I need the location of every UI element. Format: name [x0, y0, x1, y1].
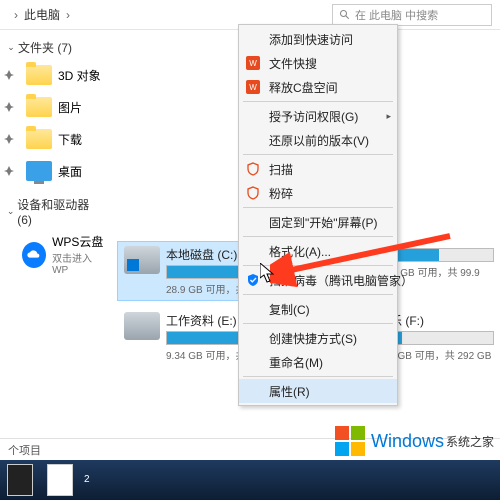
- content-area: 添加到快速访问 W 文件快搜 W 释放C盘空间授予访问权限(G) ▸ 还原以前的版本(V) 扫…: [110, 30, 500, 370]
- context-menu-separator: [243, 323, 393, 324]
- context-menu-item[interactable]: 粉碎: [239, 181, 397, 205]
- taskbar-badge: 2: [80, 460, 94, 500]
- context-menu-label: 创建快捷方式(S): [269, 330, 357, 347]
- document-icon: [47, 464, 73, 496]
- context-menu-label: 复制(C): [269, 301, 310, 318]
- submenu-arrow-icon: ▸: [386, 111, 391, 122]
- context-menu-separator: [243, 101, 393, 102]
- context-menu-label: 重命名(M): [269, 354, 323, 371]
- context-menu-label: 属性(R): [269, 383, 310, 400]
- context-menu-separator: [243, 376, 393, 377]
- drive-icon: [124, 312, 160, 340]
- folders-section-header[interactable]: ⌄ 文件夹 (7): [0, 36, 110, 59]
- pin-icon: [4, 166, 14, 176]
- cloud-icon: [22, 242, 46, 268]
- context-menu-label: 粉碎: [269, 185, 293, 202]
- context-menu-label: 添加到快速访问: [269, 31, 353, 48]
- navigation-pane: ⌄ 文件夹 (7) 3D 对象 图片 下载 桌面 ⌄ 设备和驱动器 (6) WP…: [0, 30, 110, 279]
- nav-item-pictures[interactable]: 图片: [0, 91, 110, 123]
- context-menu-item[interactable]: 还原以前的版本(V): [239, 128, 397, 152]
- nav-item-3d-objects[interactable]: 3D 对象: [0, 59, 110, 91]
- context-menu-label: 固定到"开始"屏幕(P): [269, 214, 378, 231]
- search-input[interactable]: 在 此电脑 中搜索: [332, 4, 492, 26]
- windows-logo-icon: [335, 426, 365, 456]
- context-menu: 添加到快速访问 W 文件快搜 W 释放C盘空间授予访问权限(G) ▸ 还原以前的版本(V) 扫…: [238, 24, 398, 406]
- context-menu-item[interactable]: 重命名(M): [239, 350, 397, 374]
- app-icon: [7, 464, 33, 496]
- taskbar-item[interactable]: [40, 460, 80, 500]
- context-menu-item[interactable]: 复制(C): [239, 297, 397, 321]
- cursor-icon: [260, 263, 276, 283]
- chevron-down-icon: ⌄: [6, 206, 15, 217]
- desktop-icon: [26, 161, 52, 181]
- context-menu-item[interactable]: W 文件快搜: [239, 51, 397, 75]
- drives-section-header[interactable]: ⌄ 设备和驱动器 (6): [0, 193, 110, 230]
- context-menu-item[interactable]: 授予访问权限(G) ▸: [239, 104, 397, 128]
- breadcrumb-item[interactable]: 此电脑: [24, 6, 60, 23]
- drive-icon: [124, 246, 160, 274]
- breadcrumb-sep-icon: ›: [66, 8, 70, 22]
- pin-icon: [4, 70, 14, 80]
- context-menu-item[interactable]: 扫描: [239, 157, 397, 181]
- search-placeholder: 在 此电脑 中搜索: [355, 7, 438, 23]
- context-menu-separator: [243, 207, 393, 208]
- breadcrumb-sep-icon: ›: [14, 8, 18, 22]
- context-menu-item[interactable]: 属性(R): [239, 379, 397, 403]
- shield-icon: [245, 272, 261, 288]
- context-menu-item[interactable]: 添加到快速访问: [239, 27, 397, 51]
- taskbar[interactable]: 2: [0, 460, 500, 500]
- taskbar-item[interactable]: [0, 460, 40, 500]
- shield-o-icon: [245, 161, 261, 177]
- watermark: Windows 系统之家: [335, 426, 494, 456]
- context-menu-label: 授予访问权限(G): [269, 108, 358, 125]
- search-icon: [339, 9, 351, 21]
- pin-icon: [4, 134, 14, 144]
- context-menu-item[interactable]: W 释放C盘空间: [239, 75, 397, 99]
- nav-item-wps-cloud[interactable]: WPS云盘 双击进入WP: [0, 230, 110, 279]
- context-menu-label: 文件快搜: [269, 55, 317, 72]
- context-menu-label: 扫描: [269, 161, 293, 178]
- svg-text:W: W: [249, 83, 257, 92]
- folder-icon: [26, 97, 52, 117]
- pin-icon: [4, 102, 14, 112]
- folder-icon: [26, 129, 52, 149]
- wps-icon: W: [245, 79, 261, 95]
- context-menu-item[interactable]: 创建快捷方式(S): [239, 326, 397, 350]
- context-menu-separator: [243, 154, 393, 155]
- folder-icon: [26, 65, 52, 85]
- context-menu-label: 还原以前的版本(V): [269, 132, 369, 149]
- svg-text:W: W: [249, 59, 257, 68]
- context-menu-label: 释放C盘空间: [269, 79, 338, 96]
- chevron-down-icon: ⌄: [6, 42, 16, 53]
- nav-item-downloads[interactable]: 下载: [0, 123, 110, 155]
- shield-o-icon: [245, 185, 261, 201]
- annotation-arrow-icon: [270, 230, 470, 300]
- wps-icon: W: [245, 55, 261, 71]
- nav-item-desktop[interactable]: 桌面: [0, 155, 110, 187]
